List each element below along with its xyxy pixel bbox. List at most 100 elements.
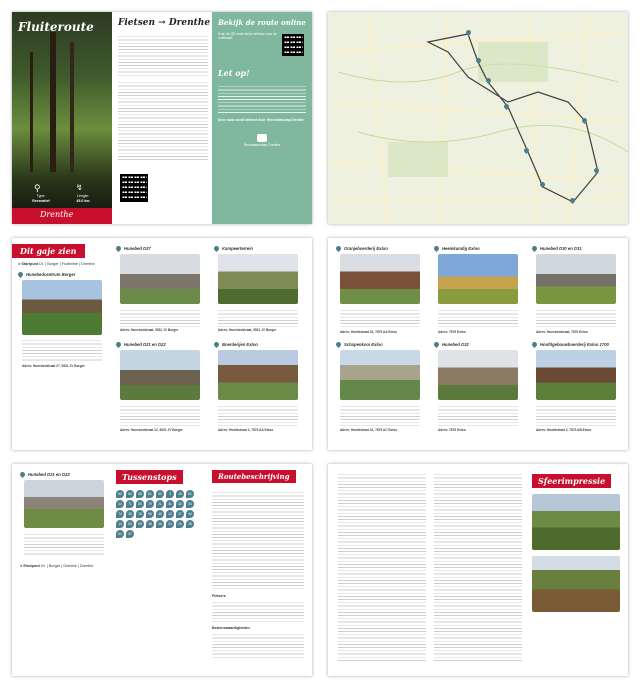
location-pin-icon (18, 470, 27, 479)
item-text (218, 404, 298, 426)
stop-marker: 61 (186, 490, 194, 498)
item-text (22, 338, 102, 362)
stop-marker: 38 (146, 520, 154, 528)
item-title: Heemkundig Exloo (442, 246, 480, 251)
stop-marker: 14 (116, 520, 124, 528)
item-address: Adres: 7875 Exloo (438, 428, 466, 432)
item-text (340, 404, 420, 426)
tussenstops-title: Tussenstops (116, 470, 183, 484)
stop-marker: 3 (166, 490, 174, 498)
route-steps-col1 (338, 472, 426, 662)
stop-marker: 68 (136, 490, 144, 498)
item-title: Schapenkooi Exloo (344, 342, 383, 347)
online-panel: Bekijk de route online Scan de QR-code m… (212, 12, 312, 224)
sfeerimpressie-page: Sfeerimpressie (328, 464, 628, 676)
body-text (118, 80, 208, 160)
item-title: Hunebed D32 (442, 342, 469, 347)
item-text (340, 308, 420, 328)
item-text (438, 308, 518, 328)
stops-grid: 62 64 68 61 60 3 45 61 24 71 84 79 21 41 43 34 74 35 19 96 4… (116, 490, 200, 538)
section-title: Dit gaje zien (12, 244, 85, 258)
subheading-fietsers: Fietsers (212, 594, 226, 598)
stop-marker: 79 (146, 500, 154, 508)
stop-marker: 19 (136, 510, 144, 518)
location-pin-icon (212, 244, 221, 253)
stop-marker: 96 (146, 510, 154, 518)
stop-marker: 54 (116, 530, 124, 538)
footer-red-band: Drenthe (12, 208, 112, 224)
stop-marker: 45 (156, 510, 164, 518)
location-pin-icon (16, 270, 25, 279)
item-address: Adres: Hoofdstraat 2, 7875 AB Exloo (536, 428, 592, 432)
stop-marker: 34 (186, 500, 194, 508)
item-photo (536, 254, 616, 304)
bike-icon: ⚲ (34, 183, 41, 193)
item-text (24, 532, 104, 556)
location-pin-icon (432, 244, 441, 253)
stop-marker: 21 (156, 500, 164, 508)
online-title: Bekijk de route online (218, 18, 306, 27)
item-title: Hunebed D30 en D31 (540, 246, 582, 251)
stop-marker: 37 (126, 530, 134, 538)
location-pin-icon (334, 244, 343, 253)
stop-marker: 69 (136, 520, 144, 528)
item-address: Adres: Hunebedstraat 12, 9531 JV Borger (120, 428, 183, 432)
letop-title: Let op! (218, 68, 250, 78)
item-photo (340, 350, 420, 400)
route-steps-col2 (434, 472, 522, 662)
tussenstops-page: Hunebed D21 en D22 ● Eindpunt Dr. | Borg… (12, 464, 312, 676)
item-photo (438, 254, 518, 304)
dit-ga-je-zien-page: Dit gaje zien ● Startpunt Dr. | Borger |… (12, 238, 312, 450)
route-description-text (212, 600, 304, 622)
stop-marker: 41 (166, 500, 174, 508)
item-photo (218, 254, 298, 304)
startpunt-label: Startpunt (21, 262, 39, 266)
stop-marker: 47 (176, 510, 184, 518)
stop-marker: 63 (126, 520, 134, 528)
qr-code[interactable] (120, 174, 148, 202)
eindpunt: ● Eindpunt Dr. | Borger | Drenthe | Dren… (20, 564, 93, 568)
item-text (218, 308, 298, 328)
intro-text (118, 34, 208, 76)
stop-marker: 34 (166, 520, 174, 528)
route-type: Type: Recreatief (26, 194, 56, 203)
item-title: Hunebed D27 (124, 246, 151, 251)
eindpunt-label: Eindpunt (23, 564, 40, 568)
item-photo (536, 350, 616, 400)
sfeerimpressie-title: Sfeerimpressie (532, 474, 612, 488)
length-value: 45.0 km (76, 198, 90, 203)
letop-text (218, 84, 306, 114)
impression-photo (532, 556, 620, 612)
recreatieschap-logo: Recreatieschap Drenthe (232, 134, 292, 147)
item-address: Adres: Hoofdstraat 31, 7875 AC Exloo (340, 428, 398, 432)
location-pin-icon: ● (18, 262, 21, 266)
drenthe-logo: Drenthe (40, 210, 74, 219)
stop-marker: 45 (176, 490, 184, 498)
stop-marker: 28 (186, 520, 194, 528)
route-map-page (328, 12, 628, 224)
item-title: Oranjeboerderij Exloo (344, 246, 388, 251)
stop-marker: 12 (166, 510, 174, 518)
cover-title: Fluiteroute (18, 20, 94, 34)
location-pin-icon (334, 340, 343, 349)
route-description-text (212, 490, 304, 590)
stop-marker: 60 (156, 490, 164, 498)
route-icon: ↯ (76, 183, 83, 192)
item-address: Adres: Hunebedstraat, 7875 Exloo (536, 330, 588, 334)
item-text (536, 404, 616, 426)
location-pin-icon (432, 340, 441, 349)
item-address: Adres: Hoofdstraat 1, 7875 AA Exloo (218, 428, 274, 432)
online-qr-code[interactable] (282, 34, 304, 56)
stop-marker: 61 (146, 490, 154, 498)
stop-marker: 62 (116, 490, 124, 498)
bezienswaardigheden-page: Oranjeboerderij Exloo Adres: Hoofdstraat… (328, 238, 628, 450)
location-pin-icon (114, 340, 123, 349)
routebeschrijving-title: Routebeschrijving (212, 470, 296, 483)
item-address: Adres: Hunebedstraat 27, 9531 JV Borger (22, 364, 85, 368)
item-title: Hunebedcentrum Borger (26, 272, 76, 277)
item-title: Hoofdgebouwboerderij Exloo 1700 (540, 342, 609, 347)
item-text (438, 404, 518, 426)
stop-marker: 84 (136, 500, 144, 508)
item-photo (120, 350, 200, 400)
location-pin-icon (530, 340, 539, 349)
